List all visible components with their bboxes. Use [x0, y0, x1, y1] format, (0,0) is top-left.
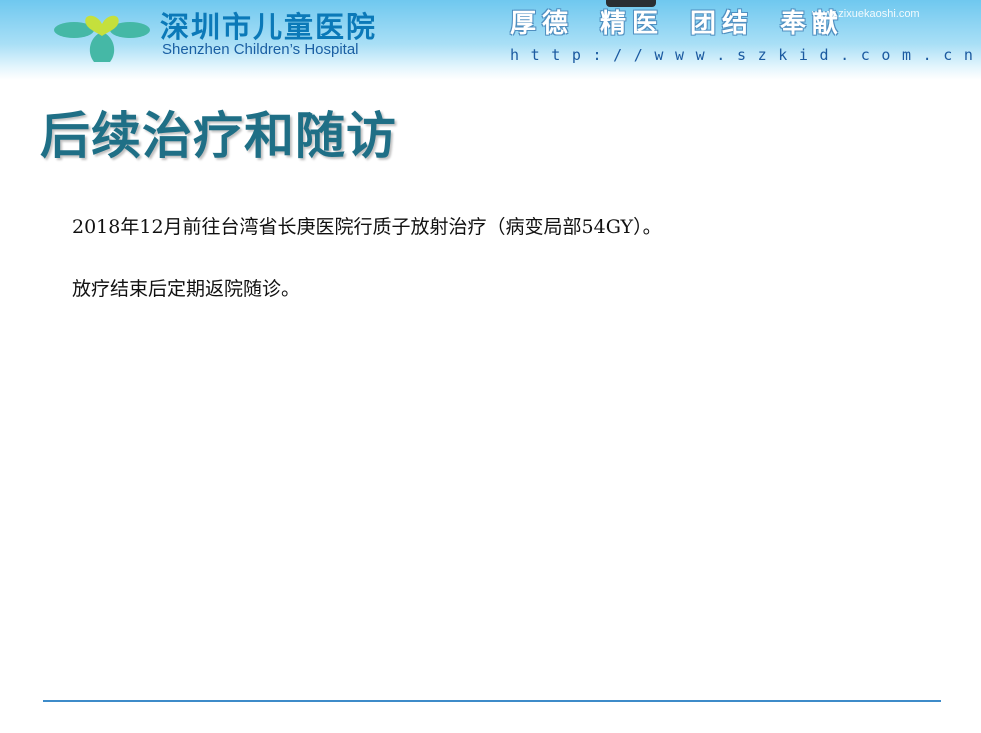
body-paragraph: 放疗结束后定期返院随诊。 — [72, 278, 301, 300]
watermark-text: www.zixuekaoshi.com — [812, 8, 920, 20]
hospital-url: http://www.szkid.com.cn — [510, 46, 981, 64]
footer-divider — [43, 700, 941, 702]
slide-title: 后续治疗和随访 — [40, 107, 397, 165]
hospital-name-en: Shenzhen Children’s Hospital — [162, 41, 359, 58]
hospital-logo-icon — [54, 15, 150, 62]
body-paragraph: 2018年12月前往台湾省长庚医院行质子放射治疗（病变局部54GY）。 — [72, 216, 662, 238]
motto-word: 精医 — [600, 9, 665, 39]
slide-body: 2018年12月前往台湾省长庚医院行质子放射治疗（病变局部54GY）。 放疗结束… — [72, 212, 662, 336]
slide-header: 深圳市儿童医院 Shenzhen Children’s Hospital 厚德精… — [0, 0, 981, 80]
hospital-name-cn: 深圳市儿童医院 — [160, 10, 378, 44]
motto-word: 厚德 — [510, 9, 575, 39]
motto-word: 团结 — [690, 9, 755, 39]
